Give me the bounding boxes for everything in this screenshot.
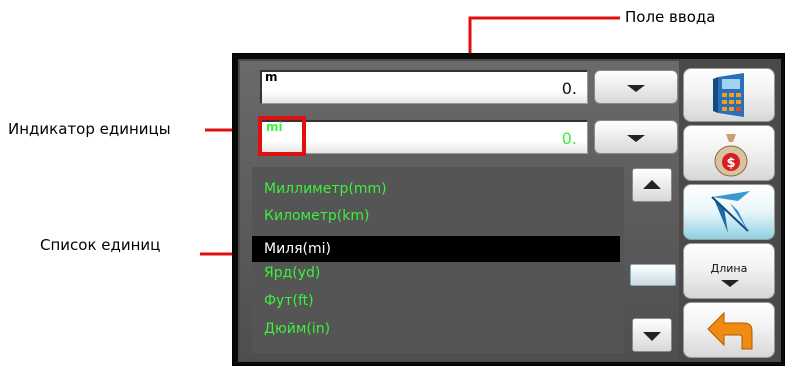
- list-item[interactable]: Километр(km): [264, 208, 369, 224]
- bottom-value-field[interactable]: mi 0.: [260, 120, 588, 154]
- category-label: Длина: [710, 262, 748, 275]
- scroll-down-button[interactable]: [632, 318, 672, 352]
- back-arrow-icon: [707, 311, 753, 350]
- svg-text:$: $: [726, 156, 735, 171]
- scrollbar-thumb[interactable]: [630, 264, 676, 286]
- bottom-unit-dropdown-button[interactable]: [594, 120, 678, 154]
- list-item-selected[interactable]: Миля(mi): [252, 236, 620, 262]
- bottom-value: 0.: [561, 129, 577, 148]
- calculator-button[interactable]: [683, 68, 775, 122]
- category-dropdown-button[interactable]: Длина: [683, 243, 775, 299]
- list-item[interactable]: Дюйм(in): [264, 321, 330, 337]
- top-value: 0.: [561, 79, 577, 98]
- top-unit-dropdown-button[interactable]: [594, 70, 678, 104]
- list-item[interactable]: Фут(ft): [264, 293, 314, 309]
- currency-button[interactable]: $: [683, 125, 775, 181]
- unit-list[interactable]: Миллиметр(mm) Километр(km) Миля(mi) Ярд(…: [252, 167, 624, 353]
- chevron-down-icon: [627, 135, 645, 142]
- calculator-icon: [713, 73, 744, 117]
- compass-icon: [711, 191, 750, 233]
- unit-indicator-highlight: [258, 116, 306, 156]
- money-bag-icon: $: [714, 134, 748, 177]
- compass-button[interactable]: [683, 184, 775, 240]
- top-value-field[interactable]: m 0.: [260, 70, 588, 104]
- scroll-down-arrow-icon: [643, 332, 661, 341]
- scroll-up-arrow-icon: [643, 180, 661, 189]
- scroll-up-button[interactable]: [632, 168, 672, 202]
- top-unit-indicator: m: [265, 70, 278, 84]
- list-item[interactable]: Миллиметр(mm): [264, 181, 387, 197]
- chevron-down-icon: [627, 85, 645, 92]
- back-button[interactable]: [683, 302, 775, 358]
- list-item[interactable]: Ярд(yd): [264, 265, 320, 281]
- chevron-down-icon: [721, 280, 739, 287]
